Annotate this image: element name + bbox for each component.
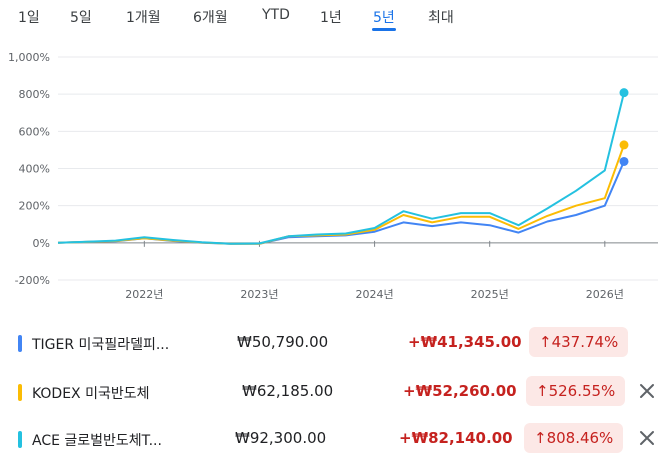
tab-1d[interactable]: 1일 <box>18 7 40 27</box>
remove-ace-close-icon[interactable] <box>636 427 658 449</box>
series-color-swatch <box>18 384 22 401</box>
series-color-swatch <box>18 335 22 352</box>
tab-6m[interactable]: 6개월 <box>193 7 228 27</box>
fund-change: +₩41,345.00 <box>408 333 522 351</box>
list-item-tiger[interactable]: TIGER 미국필라델피... ₩50,790.00 +₩41,345.00 ↑… <box>0 318 663 368</box>
fund-price: ₩62,185.00 <box>242 382 334 400</box>
list-item-kodex[interactable]: KODEX 미국반도체 ₩62,185.00 +₩52,260.00 ↑526.… <box>0 367 663 417</box>
performance-chart[interactable]: 1,000% 800% 600% 400% 200% 0% -200% 2022년 2023년… <box>0 40 663 315</box>
fund-name[interactable]: TIGER 미국필라델피... <box>32 334 169 354</box>
series-line-tiger <box>57 161 625 245</box>
x-tick-label: 2024년 <box>356 288 394 301</box>
tab-ytd[interactable]: YTD <box>262 7 290 23</box>
series-endpoint-kodex <box>619 140 629 150</box>
chart-series <box>57 88 629 245</box>
percent-change-badge: ↑526.55% <box>526 376 626 406</box>
range-tabs: 1일 5일 1개월 6개월 YTD 1년 5년 최대 <box>0 0 663 34</box>
y-tick-label: 200% <box>19 200 50 213</box>
x-tick-label: 2023년 <box>240 288 278 301</box>
fund-price: ₩92,300.00 <box>235 429 327 447</box>
y-tick-label: 400% <box>19 163 50 176</box>
series-endpoint-ace <box>619 88 629 98</box>
x-tick-label: 2025년 <box>471 288 509 301</box>
tab-5y[interactable]: 5년 <box>373 7 395 27</box>
series-color-swatch <box>18 431 22 448</box>
y-axis-labels: 1,000% 800% 600% 400% 200% 0% -200% <box>8 51 50 287</box>
y-tick-label: 600% <box>19 125 50 138</box>
x-tick-label: 2026년 <box>586 288 624 301</box>
x-tick-label: 2022년 <box>125 288 163 301</box>
series-line-kodex <box>57 144 625 245</box>
y-tick-label: -200% <box>15 274 50 287</box>
fund-price: ₩50,790.00 <box>237 333 329 351</box>
percent-change-badge: ↑437.74% <box>529 327 629 357</box>
fund-change: +₩82,140.00 <box>399 429 513 447</box>
x-axis-labels: 2022년 2023년 2024년 2025년 2026년 <box>125 288 624 301</box>
tab-1y[interactable]: 1년 <box>320 7 342 27</box>
y-tick-label: 1,000% <box>8 51 50 64</box>
tab-max[interactable]: 최대 <box>428 7 454 27</box>
fund-name[interactable]: KODEX 미국반도체 <box>32 383 150 403</box>
tab-1m[interactable]: 1개월 <box>126 7 161 27</box>
tab-5d[interactable]: 5일 <box>70 7 92 27</box>
y-tick-label: 0% <box>33 237 50 250</box>
series-endpoint-tiger <box>619 156 629 166</box>
remove-kodex-close-icon[interactable] <box>636 380 658 402</box>
y-tick-label: 800% <box>19 88 50 101</box>
chart-grid <box>58 56 658 281</box>
fund-change: +₩52,260.00 <box>403 382 517 400</box>
list-item-ace[interactable]: ACE 글로벌반도체T... ₩92,300.00 +₩82,140.00 ↑8… <box>0 414 663 464</box>
percent-change-badge: ↑808.46% <box>524 423 624 453</box>
fund-name[interactable]: ACE 글로벌반도체T... <box>32 430 162 450</box>
active-tab-indicator <box>372 28 396 31</box>
